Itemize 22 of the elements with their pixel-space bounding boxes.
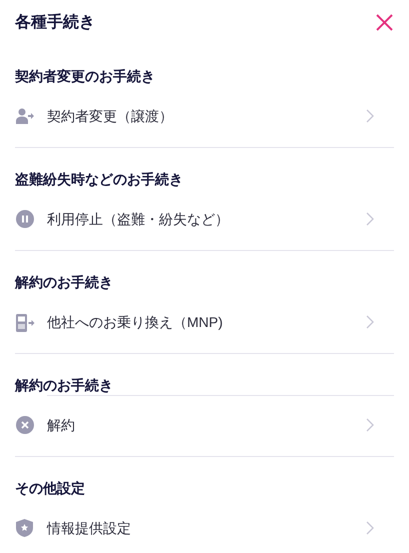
person-arrow-icon [16,108,34,124]
section-heading: その他設定 [15,478,86,498]
chevron-right-icon [366,521,374,535]
menu-item-link[interactable]: 情報提供設定 [47,518,366,538]
section-heading: 解約のお手続き [15,272,114,292]
shield-star-icon [16,519,33,537]
close-icon[interactable] [376,14,393,31]
section-heading: 盗難紛失時などのお手続き [15,170,184,189]
chevron-right-icon [366,109,374,123]
pause-icon [16,210,34,228]
menu-item-link[interactable]: 利用停止（盗難・紛失など） [47,208,366,230]
cancel-icon [16,416,34,434]
phone-arrow-icon [16,312,35,332]
menu-item-link[interactable]: 契約者変更（譲渡） [47,106,366,126]
chevron-right-icon [366,418,374,432]
menu-item-link[interactable]: 解約 [47,414,366,436]
section-heading: 契約者変更のお手続き [15,66,156,86]
menu-item-link[interactable]: 他社へのお乗り換え（MNP) [47,312,366,332]
chevron-right-icon [366,212,374,226]
chevron-right-icon [366,315,374,329]
section-heading: 解約のお手続き [15,376,114,395]
page-title: 各種手続き [15,12,95,32]
